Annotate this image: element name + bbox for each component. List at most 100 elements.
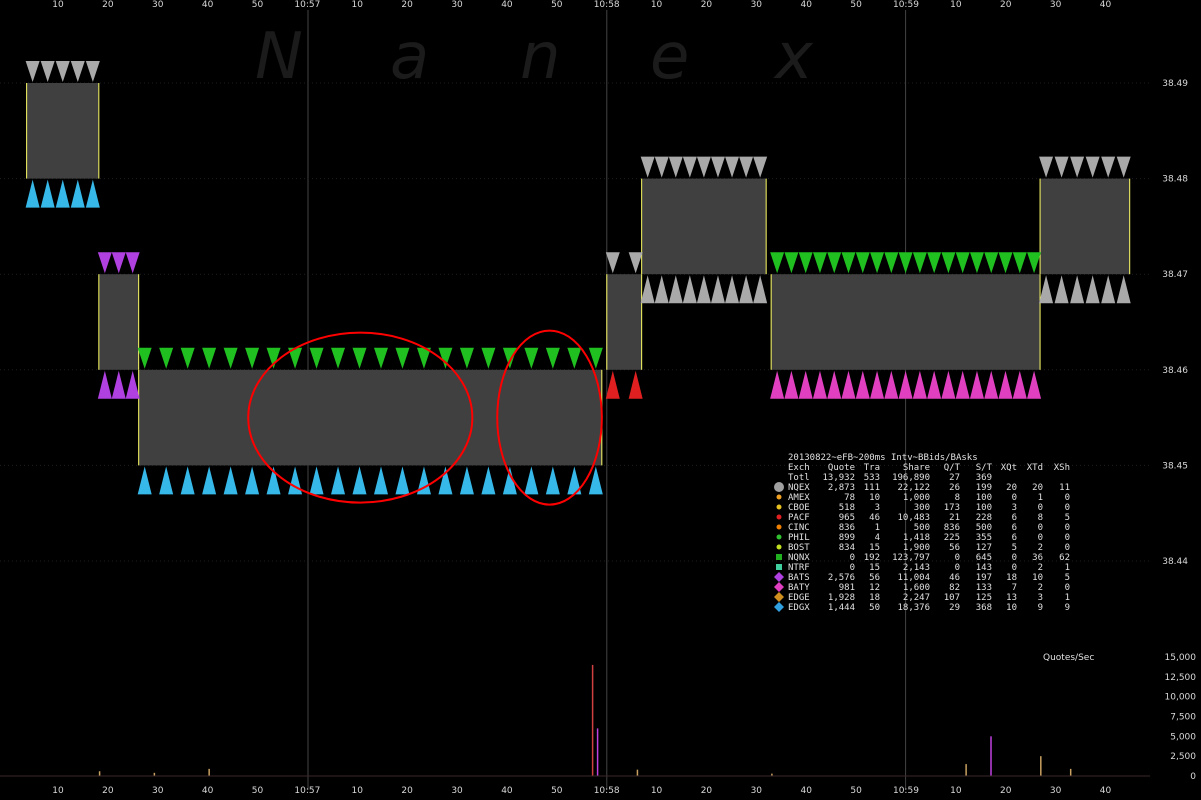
ask-marker (25, 61, 40, 82)
table-header-cell: Exch (788, 463, 810, 473)
bid-marker (502, 466, 517, 495)
time-tick-label: 10:57 (294, 786, 320, 796)
time-tick-label: 50 (850, 786, 862, 796)
table-cell: 3 (1038, 593, 1043, 603)
table-cell: 123,797 (892, 553, 930, 563)
bid-marker (481, 466, 496, 495)
table-cell: 965 (839, 513, 855, 523)
table-header-cell: XSh (1054, 463, 1070, 473)
ask-marker (969, 252, 984, 274)
table-cell: 0 (1038, 503, 1043, 513)
exchange-marker (774, 572, 784, 582)
time-tick-label: 40 (800, 0, 812, 10)
price-tick-label: 38.45 (1162, 461, 1188, 471)
price-tick-label: 38.49 (1162, 79, 1188, 89)
bid-marker (841, 370, 856, 399)
table-cell: 834 (839, 543, 855, 553)
quotes-per-second-panel: Quotes/Sec 15,000 12,500 10,000 7,500 5,000 2,… (0, 653, 1196, 782)
ask-marker (682, 156, 697, 178)
ask-marker (1116, 156, 1131, 178)
table-cell: 50 (869, 603, 880, 613)
time-tick-label: 20 (1000, 786, 1012, 796)
table-header-cell: Tra (864, 463, 880, 473)
bid-marker (70, 179, 85, 208)
nbbo-spread-box (26, 83, 99, 179)
table-total-cell: 533 (864, 473, 880, 483)
watermark-letter: x (773, 20, 814, 94)
table-cell: 0 (955, 563, 960, 573)
table-cell: 0 (850, 563, 855, 573)
bid-marker (654, 275, 669, 304)
time-tick-label: 50 (551, 0, 563, 10)
bid-marker (459, 466, 474, 495)
bid-marker (1070, 275, 1085, 304)
table-cell: 1,444 (828, 603, 855, 613)
table-cell: 2,873 (828, 483, 855, 493)
table-cell: 2,576 (828, 573, 855, 583)
table-total-cell: 196,890 (892, 473, 930, 483)
table-cell: 2 (1038, 543, 1043, 553)
exchange-marker (776, 564, 782, 570)
ask-marker (870, 252, 885, 274)
table-cell: 10,483 (897, 513, 930, 523)
table-cell: 9 (1038, 603, 1043, 613)
table-cell: PHIL (788, 533, 810, 543)
table-total-cell: 27 (949, 473, 960, 483)
ask-marker (352, 347, 367, 369)
table-cell: 20 (1006, 483, 1017, 493)
exchange-stats-table: 20130822~eFB~200ms Intv~BBids/BAsksExch Q… (774, 453, 1070, 613)
table-cell: 192 (864, 553, 880, 563)
bid-marker (605, 370, 620, 399)
time-tick-label: 40 (501, 0, 513, 10)
bid-marker (202, 466, 217, 495)
ask-marker (725, 156, 740, 178)
bid-marker (180, 466, 195, 495)
table-cell: 5 (1065, 573, 1070, 583)
bid-marker (309, 466, 324, 495)
bid-marker (1116, 275, 1131, 304)
ask-marker (753, 156, 768, 178)
table-cell: 1 (1038, 493, 1043, 503)
bid-marker (984, 370, 999, 399)
exchange-marker (774, 602, 784, 612)
table-cell: 645 (976, 553, 992, 563)
bid-marker (941, 370, 956, 399)
time-tick-label: 40 (800, 786, 812, 796)
bid-marker (725, 275, 740, 304)
bid-marker (1101, 275, 1116, 304)
table-cell: 0 (1038, 533, 1043, 543)
table-cell: 10 (1032, 573, 1043, 583)
table-cell: 100 (976, 493, 992, 503)
time-tick-label: 50 (850, 0, 862, 10)
table-cell: 82 (949, 583, 960, 593)
ask-marker (1039, 156, 1054, 178)
table-cell: 111 (864, 483, 880, 493)
table-cell: 8 (1038, 513, 1043, 523)
bid-marker (545, 466, 560, 495)
table-title: 20130822~eFB~200ms Intv~BBids/BAsks (788, 453, 978, 463)
table-cell: 46 (949, 573, 960, 583)
table-cell: EDGX (788, 603, 810, 613)
time-tick-label: 40 (1100, 0, 1112, 10)
exchange-marker (776, 524, 782, 530)
ask-marker (898, 252, 913, 274)
price-axis: 38.49 38.48 38.47 38.46 38.45 38.44 (1162, 79, 1188, 567)
table-cell: 0 (1065, 533, 1070, 543)
watermark-letter: N (255, 20, 303, 94)
bid-marker (97, 370, 112, 399)
time-tick-label: 50 (252, 786, 264, 796)
ask-marker (545, 347, 560, 369)
table-cell: 6 (1012, 523, 1017, 533)
bid-marker (111, 370, 126, 399)
time-tick-label: 10 (52, 786, 64, 796)
nbbo-spread-box (606, 274, 642, 370)
bid-marker (696, 275, 711, 304)
table-cell: 4 (875, 533, 880, 543)
volume-tick-label: 5,000 (1170, 732, 1196, 742)
ask-marker (125, 252, 140, 274)
ask-marker (984, 252, 999, 274)
bid-marker (373, 466, 388, 495)
time-tick-label: 10 (651, 786, 663, 796)
table-header-cell: Q/T (944, 463, 961, 473)
time-tick-label: 10:57 (294, 0, 320, 10)
